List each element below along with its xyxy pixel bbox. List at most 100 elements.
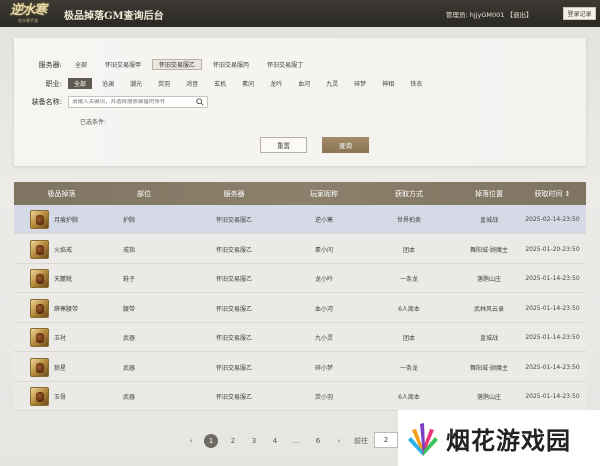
table-row[interactable]: 玉衬 武器 怀旧交易服乙 九小灵 团本 皇城战 2025-01-14-23:50 xyxy=(14,323,586,352)
class-option[interactable]: 素问 xyxy=(236,78,260,89)
cell-player: 逆小寒 xyxy=(314,217,333,224)
goto-page-input[interactable]: 2 xyxy=(374,432,398,448)
cell-time: 2025-01-14-23:50 xyxy=(525,363,580,371)
table-row[interactable]: 天麓靴 鞋子 怀旧交易服乙 龙小吟 一条龙 落鹘山庄 2025-01-14-23:50 xyxy=(14,264,586,293)
cell-location: 舞阳城·顾魔主 xyxy=(470,364,508,372)
col-header-slot: 部位 xyxy=(137,189,151,198)
class-option[interactable]: 铁衣 xyxy=(404,78,428,89)
site-watermark: 烟花游戏园 xyxy=(398,410,600,466)
cell-slot: 戒指 xyxy=(122,246,135,254)
cell-slot: 武器 xyxy=(122,335,135,342)
cell-method: 6人周本 xyxy=(398,305,420,313)
table-row[interactable]: 火焰戒 戒指 怀旧交易服乙 素小问 团本 舞阳城·顾魔主 2025-01-20-23:50 xyxy=(14,235,586,264)
class-option[interactable]: 荧羽 xyxy=(152,78,176,89)
cell-location: 舞阳城·顾魔主 xyxy=(470,246,508,254)
item-name: 月痕护腕 xyxy=(54,217,79,224)
next-page-button[interactable]: › xyxy=(334,434,344,448)
class-filter-row: 职业: 全部 沧澜 潮光 荧羽 鸿音 玄机 素问 龙吟 血河 九灵 碎梦 神相 铁衣 xyxy=(14,78,428,89)
col-header-server: 服务器 xyxy=(223,189,245,198)
page-1[interactable]: 1 xyxy=(204,434,218,448)
admin-label: 管理员: hjjy xyxy=(446,11,482,19)
col-header-location: 掉落位置 xyxy=(475,189,503,198)
server-option[interactable]: 怀旧交易服丁 xyxy=(260,59,310,70)
page-2[interactable]: 2 xyxy=(228,434,238,448)
cell-server: 怀旧交易服乙 xyxy=(215,305,252,313)
cell-player: 龙小吟 xyxy=(314,276,333,283)
selected-conditions-label: 已选条件: xyxy=(80,119,107,126)
cell-time: 2025-02-14-23:50 xyxy=(525,216,580,223)
cell-slot: 武器 xyxy=(122,364,135,372)
class-options: 全部 沧澜 潮光 荧羽 鸿音 玄机 素问 龙吟 血河 九灵 碎梦 神相 铁衣 xyxy=(68,78,428,89)
table-row[interactable]: 月痕护腕 护腕 怀旧交易服乙 逆小寒 世界拍卖 皇城战 2025-02-14-23:50 xyxy=(14,205,586,234)
equip-search-input[interactable] xyxy=(72,99,190,105)
class-option[interactable]: 血河 xyxy=(292,78,316,89)
cell-time: 2025-01-14-23:50 xyxy=(525,275,580,282)
class-option[interactable]: 碎梦 xyxy=(348,78,372,89)
col-header-time[interactable]: 获取时间 ↕ xyxy=(519,182,586,205)
cell-location: 皇城战 xyxy=(479,217,498,224)
table-row[interactable]: 薛寒腰带 腰带 怀旧交易服乙 血小河 6人周本 武林风云录 2025-01-14-23:50 xyxy=(14,294,586,323)
equip-filter-label: 装备名称: xyxy=(31,98,62,106)
equip-search-box[interactable] xyxy=(68,96,208,108)
server-option[interactable]: 全部 xyxy=(68,59,94,70)
query-button[interactable]: 查询 xyxy=(322,137,369,153)
class-option[interactable]: 沧澜 xyxy=(96,78,120,89)
server-option[interactable]: 怀旧交易服甲 xyxy=(98,59,148,70)
cell-time: 2025-01-14-23:50 xyxy=(525,334,580,341)
col-header-player: 玩家昵称 xyxy=(310,189,338,198)
item-name: 狼星 xyxy=(54,364,67,372)
prev-page-button[interactable]: ‹ xyxy=(186,434,196,448)
cell-server: 怀旧交易服乙 xyxy=(215,394,252,401)
table-header: 极品掉落 部位 服务器 玩家昵称 获取方式 掉落位置 获取时间 ↕ xyxy=(14,182,586,205)
top-bar: 逆水寒 逆水寒手游 极品掉落GM查询后台 管理员: hjjyGM001 【退出】… xyxy=(0,0,600,27)
cell-server: 怀旧交易服乙 xyxy=(215,276,252,283)
page-4[interactable]: 4 xyxy=(270,434,280,448)
cell-server: 怀旧交易服乙 xyxy=(215,335,252,342)
cell-method: 一条龙 xyxy=(399,364,418,372)
server-option[interactable]: 怀旧交易服丙 xyxy=(206,59,256,70)
class-option[interactable]: 潮光 xyxy=(124,78,148,89)
equipment-icon xyxy=(30,387,49,406)
cell-player: 九小灵 xyxy=(314,335,333,342)
search-icon[interactable] xyxy=(196,98,204,106)
filter-panel: 服务器: 全部 怀旧交易服甲 怀旧交易服乙 怀旧交易服丙 怀旧交易服丁 职业: 全部 沧澜… xyxy=(14,38,586,166)
class-option[interactable]: 全部 xyxy=(68,78,93,89)
class-option[interactable]: 鸿音 xyxy=(180,78,204,89)
cell-method: 一条龙 xyxy=(399,276,418,283)
item-name: 薛寒腰带 xyxy=(54,305,79,313)
logo-sub-text: 逆水寒手游 xyxy=(18,18,38,23)
cell-method: 世界拍卖 xyxy=(396,217,421,224)
drop-table: 极品掉落 部位 服务器 玩家昵称 获取方式 掉落位置 获取时间 ↕ 月痕护腕 护腕… xyxy=(14,182,586,412)
class-option[interactable]: 神相 xyxy=(376,78,400,89)
equipment-icon xyxy=(30,357,49,377)
page-3[interactable]: 3 xyxy=(249,434,259,448)
col-header-method: 获取方式 xyxy=(395,189,423,198)
goto-label: 前往 xyxy=(354,437,368,445)
cell-server: 怀旧交易服乙 xyxy=(215,246,252,254)
cell-player: 血小河 xyxy=(314,305,333,313)
equipment-icon xyxy=(30,269,49,288)
item-name: 玉骨 xyxy=(54,394,67,401)
cell-slot: 武器 xyxy=(122,394,135,401)
table-row[interactable]: 玉骨 武器 怀旧交易服乙 荧小羽 6人周本 落鹘山庄 2025-01-14-23:50 xyxy=(14,382,586,411)
cell-server: 怀旧交易服乙 xyxy=(215,364,252,372)
cell-slot: 鞋子 xyxy=(122,276,135,283)
cell-method: 6人周本 xyxy=(398,394,420,401)
table-row[interactable]: 狼星 武器 怀旧交易服乙 碎小梦 一条龙 舞阳城·顾魔主 2025-01-14-23:50 xyxy=(14,353,586,382)
server-option[interactable]: 怀旧交易服乙 xyxy=(152,59,203,70)
admin-id: GM001 xyxy=(481,11,505,19)
login-log-button[interactable]: 登录记录 xyxy=(563,7,596,20)
class-option[interactable]: 龙吟 xyxy=(264,78,288,89)
cell-method: 团本 xyxy=(402,335,415,342)
app-title: 极品掉落GM查询后台 xyxy=(64,11,164,22)
watermark-text: 烟花游戏园 xyxy=(446,426,571,455)
class-option[interactable]: 九灵 xyxy=(320,78,344,89)
reset-button[interactable]: 重置 xyxy=(260,137,307,153)
server-options: 全部 怀旧交易服甲 怀旧交易服乙 怀旧交易服丙 怀旧交易服丁 xyxy=(68,59,310,70)
item-name: 火焰戒 xyxy=(54,246,73,254)
class-option[interactable]: 玄机 xyxy=(208,78,232,89)
cell-time: 2025-01-14-23:50 xyxy=(525,393,580,400)
page-6[interactable]: 6 xyxy=(313,434,323,448)
logout-link[interactable]: 【退出】 xyxy=(506,11,532,19)
cell-location: 皇城战 xyxy=(479,335,498,342)
